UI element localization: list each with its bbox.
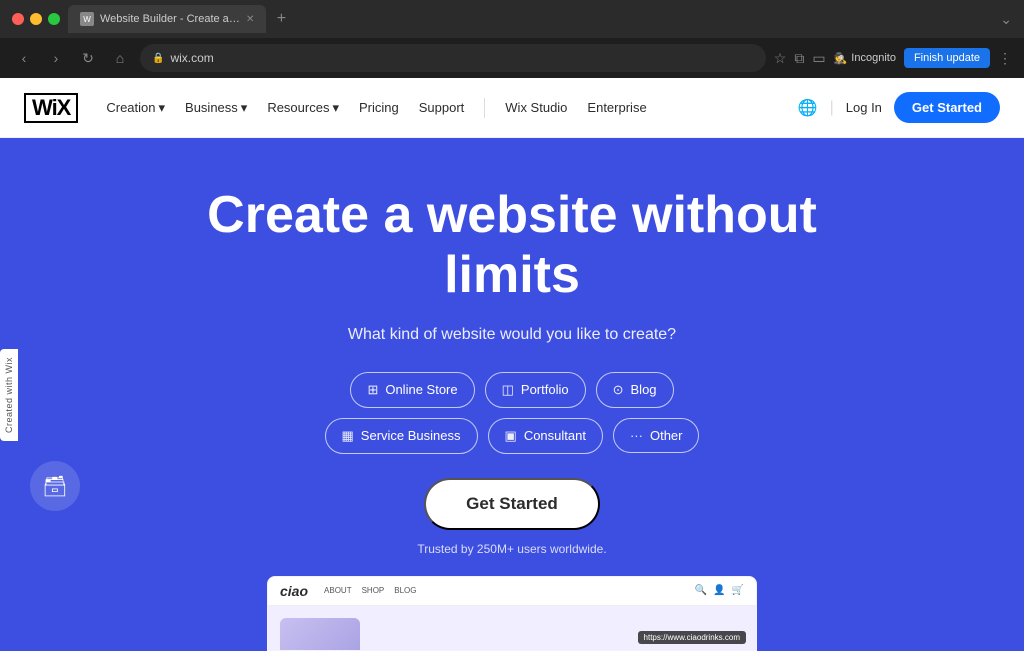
browser-controls: ‹ › ↻ ⌂ 🔒 wix.com ☆ ⧉ ▭ 🕵 Incognito Fini…	[0, 38, 1024, 78]
user-icon: 👤	[713, 585, 725, 596]
preview-image	[280, 618, 360, 651]
incognito-badge: 🕵 Incognito	[834, 52, 896, 65]
refresh-button[interactable]: ↻	[76, 46, 100, 70]
nav-separator-vertical: |	[830, 99, 834, 117]
blog-icon: ⊙	[613, 382, 624, 398]
finish-update-button[interactable]: Finish update	[904, 48, 990, 68]
type-blog-button[interactable]: ⊙ Blog	[596, 372, 674, 408]
hero-title: Create a website without limits	[162, 186, 862, 306]
trust-text: Trusted by 250M+ users worldwide.	[417, 542, 606, 556]
type-row-2: ▦ Service Business ▣ Consultant ··· Othe…	[325, 418, 700, 454]
nav-wix-studio[interactable]: Wix Studio	[497, 94, 575, 121]
browser-actions: ☆ ⧉ ▭ 🕵 Incognito Finish update ⋮	[774, 48, 1012, 68]
home-button[interactable]: ⌂	[108, 46, 132, 70]
type-row-1: ⊞ Online Store ◫ Portfolio ⊙ Blog	[350, 372, 673, 408]
minimize-window-button[interactable]	[30, 13, 42, 25]
preview-site-logo: ciao	[280, 583, 308, 599]
login-button[interactable]: Log In	[846, 100, 882, 115]
preview-nav: ciao ABOUT SHOP BLOG 🔍 👤 🛒	[268, 577, 756, 606]
nav-right: 🌐 | Log In Get Started	[798, 92, 1000, 123]
hero-section: Created with Wix Create a website withou…	[0, 138, 1024, 651]
nav-creation[interactable]: Creation ▾	[98, 94, 173, 122]
menu-icon[interactable]: ⋮	[998, 50, 1012, 67]
close-window-button[interactable]	[12, 13, 24, 25]
hero-subtitle: What kind of website would you like to c…	[348, 326, 676, 344]
browser-chrome: W Website Builder - Create a Fr... ✕ + ⌄…	[0, 0, 1024, 78]
title-bar: W Website Builder - Create a Fr... ✕ + ⌄	[0, 0, 1024, 38]
portfolio-icon: ◫	[502, 382, 514, 398]
nav-enterprise[interactable]: Enterprise	[579, 94, 654, 121]
preview-nav-blog: BLOG	[394, 586, 416, 595]
type-portfolio-button[interactable]: ◫ Portfolio	[485, 372, 586, 408]
preview-content	[268, 606, 756, 651]
chevron-down-icon: ▾	[332, 100, 339, 116]
tab-close-icon[interactable]: ✕	[246, 14, 254, 25]
site-nav: WiX Creation ▾ Business ▾ Resources ▾ Pr…	[0, 78, 1024, 138]
preview-nav-links: ABOUT SHOP BLOG	[324, 586, 416, 595]
other-icon: ···	[630, 428, 643, 443]
active-tab[interactable]: W Website Builder - Create a Fr... ✕	[68, 5, 266, 33]
lock-icon: 🔒	[152, 53, 164, 64]
website-type-buttons: ⊞ Online Store ◫ Portfolio ⊙ Blog ▦ Serv…	[325, 372, 700, 454]
store-icon: ⊞	[367, 382, 378, 398]
type-other-button[interactable]: ··· Other	[613, 418, 700, 453]
type-online-store-button[interactable]: ⊞ Online Store	[350, 372, 474, 408]
consultant-icon: ▣	[505, 428, 517, 444]
nav-get-started-button[interactable]: Get Started	[894, 92, 1000, 123]
expand-browser-icon[interactable]: ⌄	[1000, 11, 1012, 28]
nav-links: Creation ▾ Business ▾ Resources ▾ Pricin…	[98, 94, 797, 122]
bookmark-icon[interactable]: ☆	[774, 50, 787, 67]
hero-get-started-button[interactable]: Get Started	[424, 478, 600, 530]
new-tab-button[interactable]: +	[270, 8, 292, 30]
extensions-icon[interactable]: ⧉	[794, 50, 804, 67]
tab-title: Website Builder - Create a Fr...	[100, 13, 240, 25]
url-text: wix.com	[170, 51, 753, 65]
nav-business[interactable]: Business ▾	[177, 94, 255, 122]
nav-pricing[interactable]: Pricing	[351, 94, 407, 121]
wix-logo[interactable]: WiX	[24, 93, 78, 123]
preview-url-bar: https://www.ciaodrinks.com	[638, 631, 746, 644]
globe-icon[interactable]: 🌐	[798, 98, 818, 118]
preview-icons: 🔍 👤 🛒	[695, 585, 744, 596]
preview-window: ciao ABOUT SHOP BLOG 🔍 👤 🛒 https://www.c…	[267, 576, 757, 651]
type-consultant-button[interactable]: ▣ Consultant	[488, 418, 603, 454]
cart-icon: 🛒	[732, 585, 744, 596]
preview-nav-about: ABOUT	[324, 586, 352, 595]
incognito-label: Incognito	[851, 52, 896, 64]
website-content: WiX Creation ▾ Business ▾ Resources ▾ Pr…	[0, 78, 1024, 651]
chevron-down-icon: ▾	[241, 100, 248, 116]
address-bar[interactable]: 🔒 wix.com	[140, 44, 766, 72]
maximize-window-button[interactable]	[48, 13, 60, 25]
database-icon: 🗃	[30, 461, 80, 511]
search-icon: 🔍	[695, 585, 707, 596]
incognito-icon: 🕵	[834, 52, 848, 65]
tab-favicon: W	[80, 12, 94, 26]
type-service-business-button[interactable]: ▦ Service Business	[325, 418, 478, 454]
nav-support[interactable]: Support	[411, 94, 473, 121]
back-button[interactable]: ‹	[12, 46, 36, 70]
chevron-down-icon: ▾	[159, 100, 166, 116]
nav-separator	[484, 98, 485, 118]
service-icon: ▦	[342, 428, 354, 444]
created-with-wix-tab: Created with Wix	[0, 348, 18, 440]
tab-bar: W Website Builder - Create a Fr... ✕ +	[68, 5, 992, 33]
sidebar-icon[interactable]: ▭	[812, 50, 825, 67]
nav-resources[interactable]: Resources ▾	[259, 94, 347, 122]
forward-button[interactable]: ›	[44, 46, 68, 70]
preview-nav-shop: SHOP	[362, 586, 385, 595]
traffic-lights	[12, 13, 60, 25]
